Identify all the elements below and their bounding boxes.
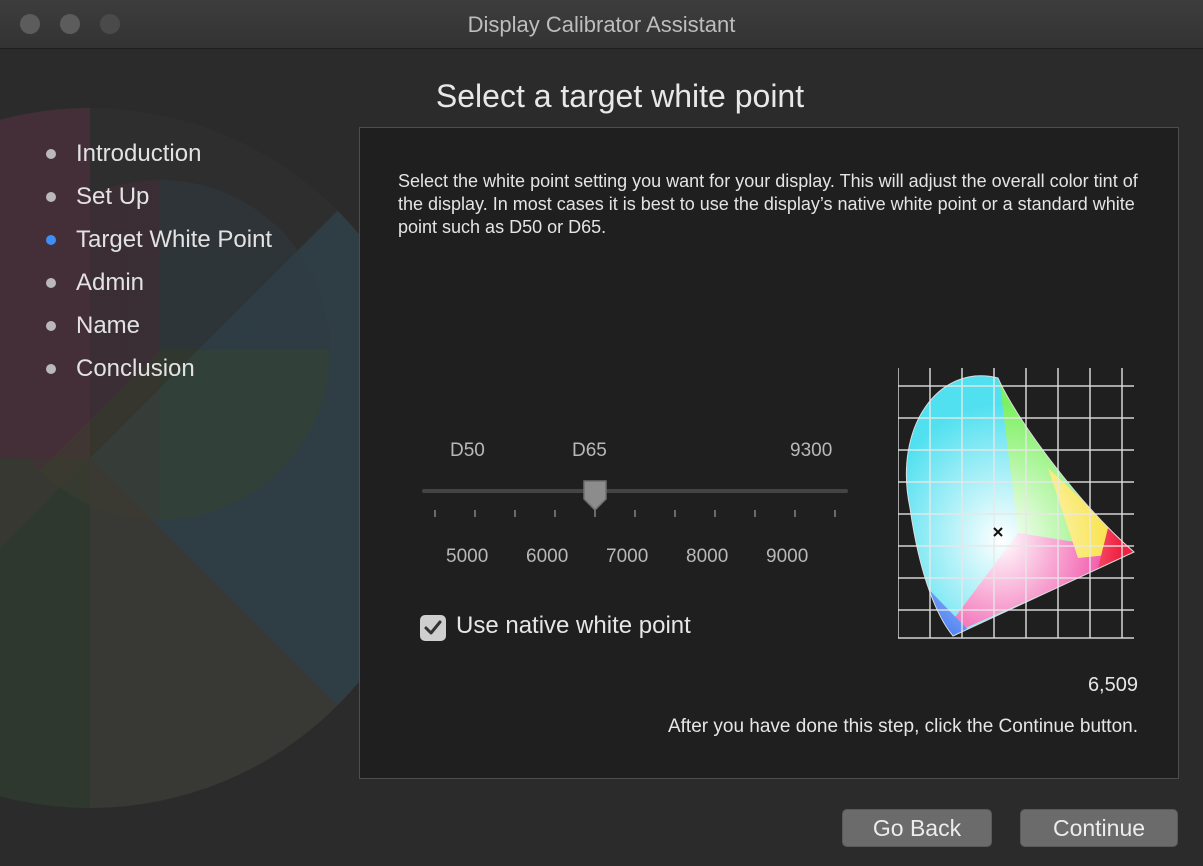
slider-tick [634,510,636,517]
continue-hint-text: After you have done this step, click the… [667,716,1138,737]
step-label: Name [76,311,141,339]
step-bullet-icon [46,191,56,202]
title-bar[interactable]: Display Calibrator Assistant [0,0,1203,49]
calibrator-window: Display Calibrator Assistant Select a ta… [0,0,1203,866]
slider-scale-7000: 7000 [606,546,649,567]
step-admin: Admin [46,261,272,304]
cie-chromaticity-diagram [898,368,1135,639]
slider-label-d65: D65 [572,440,607,461]
continue-button[interactable]: Continue [1020,809,1178,847]
slider-scale-9000: 9000 [766,546,809,567]
use-native-white-point-label[interactable]: Use native white point [456,612,691,640]
step-bullet-icon [46,320,56,331]
step-set-up: Set Up [46,175,272,218]
step-label: Admin [76,268,145,296]
step-label: Conclusion [76,354,195,382]
slider-tick [794,510,796,517]
step-bullet-icon [46,148,56,159]
step-bullet-icon [46,277,56,288]
step-target-white-point: Target White Point [46,218,272,261]
slider-scale-6000: 6000 [526,546,569,567]
page-title: Select a target white point [435,78,805,114]
step-label: Introduction [76,139,202,167]
step-label: Set Up [76,182,150,210]
instruction-text: Select the white point setting you want … [398,171,1138,237]
slider-tick [714,510,716,517]
window-title: Display Calibrator Assistant [467,12,736,37]
slider-label-d50: D50 [450,440,485,461]
use-native-white-point-checkbox[interactable] [420,615,446,641]
slider-scale-8000: 8000 [686,546,729,567]
step-bullet-icon [46,363,56,374]
slider-tick [434,510,436,517]
slider-tick [474,510,476,517]
slider-scale-5000: 5000 [446,546,489,567]
slider-tick [554,510,556,517]
checkmark-icon [424,620,442,635]
step-label: Target White Point [76,225,273,253]
white-point-slider-thumb[interactable] [582,479,608,511]
slider-tick [834,510,836,517]
content-panel: Select the white point setting you want … [359,127,1179,779]
go-back-button[interactable]: Go Back [842,809,992,847]
slider-tick [594,510,596,517]
active-step-bullet-icon [46,234,56,245]
step-introduction: Introduction [46,132,272,175]
white-point-slider-track[interactable] [422,489,848,493]
slider-tick [754,510,756,517]
step-name: Name [46,304,272,347]
slider-tick [674,510,676,517]
step-conclusion: Conclusion [46,347,272,390]
slider-tick [514,510,516,517]
steps-list: Introduction Set Up Target White Point A… [46,132,272,390]
kelvin-readout: 6,509 [1087,674,1138,696]
slider-label-9300: 9300 [790,440,833,461]
